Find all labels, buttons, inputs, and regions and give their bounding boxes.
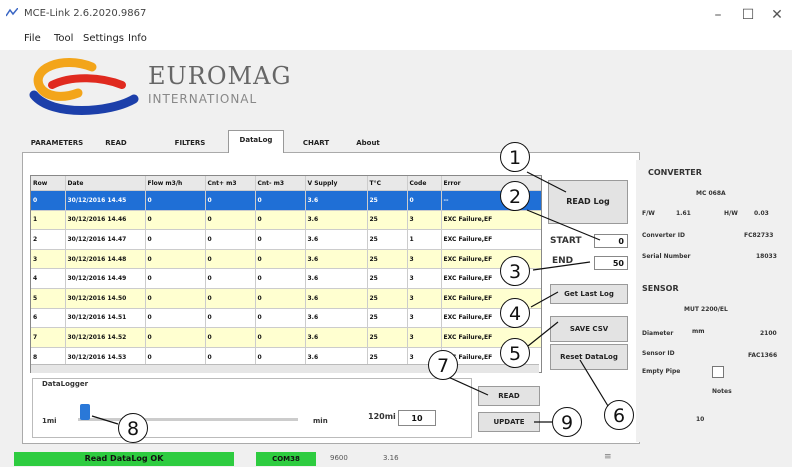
callout-3: 3: [500, 256, 530, 286]
callout-6: 6: [604, 400, 634, 430]
callout-4: 4: [500, 298, 530, 328]
callout-2: 2: [500, 181, 530, 211]
status-message: Read DataLog OK: [14, 452, 234, 466]
status-baud: 9600: [330, 454, 348, 462]
callout-1: 1: [500, 142, 530, 172]
callout-9: 9: [552, 407, 582, 437]
status-version: 3.16: [383, 454, 399, 462]
status-grip-icon: ≡: [604, 452, 612, 462]
callout-8: 8: [118, 413, 148, 443]
callout-leader-lines: [91, 171, 609, 425]
callout-7: 7: [428, 350, 458, 380]
status-bar: Read DataLog OK COM38 9600 3.16 ≡: [0, 450, 792, 467]
status-port: COM38: [256, 452, 316, 466]
callout-5: 5: [500, 338, 530, 368]
